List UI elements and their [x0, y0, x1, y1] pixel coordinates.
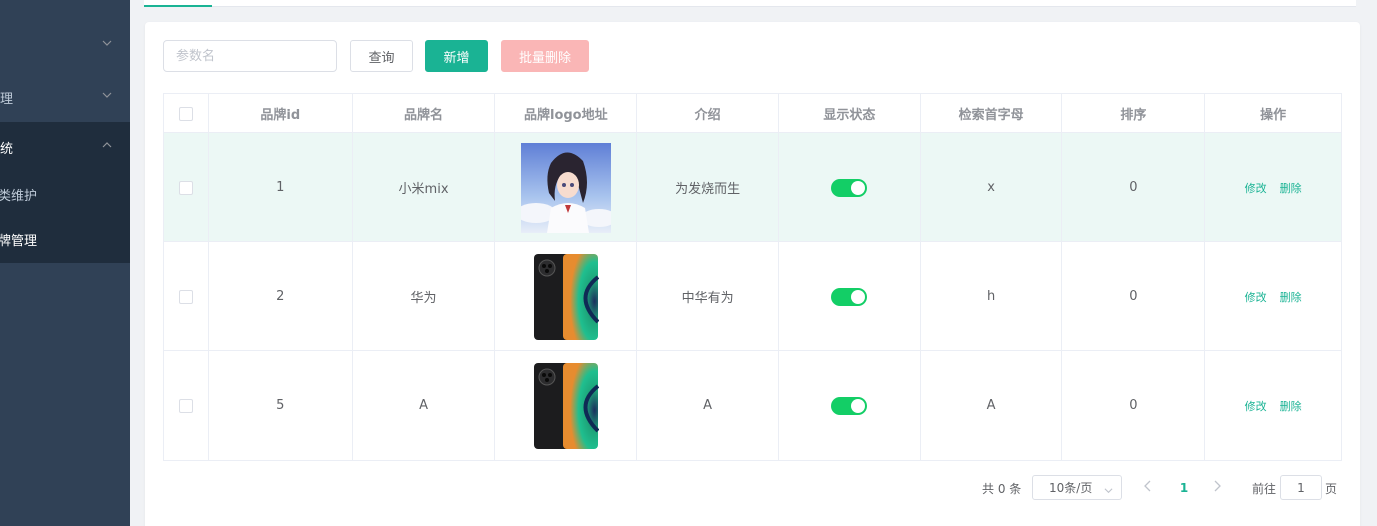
select-all-checkbox[interactable]: [178, 106, 193, 121]
brand-id: 2: [209, 242, 353, 351]
goto-page-input[interactable]: [1280, 475, 1322, 500]
switch-knob: [851, 398, 866, 413]
first-letter: h: [921, 242, 1063, 351]
column-header[interactable]: 品牌名: [353, 94, 496, 133]
delete-button[interactable]: 删除: [1280, 180, 1302, 196]
tab-strip: [130, 0, 1377, 10]
brand-name: 华为: [353, 242, 496, 351]
sidebar-subitem-category[interactable]: 类维护: [0, 170, 130, 218]
sidebar-subitem-label: 类维护: [0, 188, 38, 204]
goto-label: 前往: [1252, 481, 1277, 496]
column-header[interactable]: 检索首字母: [921, 94, 1063, 133]
phone-image: [533, 362, 599, 449]
row-select-cell: [164, 351, 209, 460]
first-letter: x: [921, 133, 1063, 242]
page-size-value: 10条/页: [1049, 481, 1093, 495]
page-number[interactable]: 1: [1176, 475, 1192, 500]
brand-name: 小米mix: [353, 133, 496, 242]
query-button[interactable]: 查询: [350, 40, 413, 72]
brand-logo-cell: [495, 242, 638, 351]
tab-active-indicator[interactable]: [144, 5, 212, 7]
brand-logo-cell: [495, 351, 638, 460]
column-header[interactable]: 品牌logo地址: [495, 94, 638, 133]
delete-button[interactable]: 删除: [1280, 398, 1302, 414]
add-button[interactable]: 新增: [425, 40, 488, 72]
chevron-down-icon: [102, 90, 112, 100]
sidebar-item-label: 理: [0, 91, 14, 107]
tab-bar: [144, 0, 1356, 7]
show-status-switch[interactable]: [831, 396, 868, 415]
column-header[interactable]: 显示状态: [779, 94, 921, 133]
actions-cell: 修改 删除: [1205, 133, 1341, 242]
brand-intro: 为发烧而生: [637, 133, 779, 242]
sidebar-subitem-brand[interactable]: 牌管理: [0, 215, 130, 263]
brand-name: A: [353, 351, 496, 460]
brand-table: 品牌id 品牌名 品牌logo地址 介绍 显示状态 检索首字母 排序 操作 1 …: [163, 93, 1342, 461]
brand-id: 1: [209, 133, 353, 242]
sidebar: 理 统 类维护 牌管理: [0, 0, 130, 526]
sidebar-item-1[interactable]: [0, 20, 130, 70]
batch-delete-button[interactable]: 批量删除: [501, 40, 589, 72]
search-input[interactable]: [163, 40, 337, 72]
column-header: 操作: [1260, 108, 1287, 123]
show-status-cell: [779, 351, 921, 460]
phone-image: [533, 253, 599, 340]
sidebar-subitem-label: 牌管理: [0, 233, 38, 249]
column-header[interactable]: 介绍: [637, 94, 779, 133]
actions-cell: 修改 删除: [1205, 351, 1341, 460]
brand-logo-cell: [495, 133, 638, 242]
brand-intro: A: [637, 351, 779, 460]
select-all-cell: [164, 94, 209, 133]
edit-button[interactable]: 修改: [1245, 180, 1267, 196]
first-letter: A: [921, 351, 1063, 460]
chevron-down-icon: [1104, 484, 1113, 498]
brand-id: 5: [209, 351, 353, 460]
switch-knob: [851, 289, 866, 304]
table-row[interactable]: 1 小米mix 为发烧而生 x 0 修改 删除: [164, 133, 1341, 242]
anime-girl-image: [520, 142, 611, 233]
table-header: 品牌id 品牌名 品牌logo地址 介绍 显示状态 检索首字母 排序 操作: [164, 94, 1341, 133]
goto-suffix: 页: [1325, 481, 1338, 496]
delete-button[interactable]: 删除: [1280, 289, 1302, 305]
show-status-switch[interactable]: [831, 178, 868, 197]
chevron-up-icon: [102, 140, 112, 150]
sort-value: 0: [1062, 133, 1206, 242]
brand-intro: 中华有为: [637, 242, 779, 351]
prev-page-button[interactable]: [1143, 480, 1153, 496]
sort-value: 0: [1062, 242, 1206, 351]
table-row[interactable]: 2 华为 中华有为 h 0 修改 删除: [164, 242, 1341, 351]
show-status-cell: [779, 133, 921, 242]
column-header[interactable]: 排序: [1062, 94, 1206, 133]
next-page-button[interactable]: [1212, 480, 1222, 496]
pagination-total: 共 0 条: [982, 481, 1022, 496]
edit-button[interactable]: 修改: [1245, 398, 1267, 414]
edit-button[interactable]: 修改: [1245, 289, 1267, 305]
sidebar-item-3[interactable]: 统: [0, 122, 130, 172]
switch-knob: [851, 180, 866, 195]
show-status-cell: [779, 242, 921, 351]
page-size-select[interactable]: 10条/页: [1032, 475, 1122, 500]
actions-cell: 修改 删除: [1205, 242, 1341, 351]
sort-value: 0: [1062, 351, 1206, 460]
row-checkbox[interactable]: [178, 289, 193, 304]
chevron-down-icon: [102, 38, 112, 48]
table-row[interactable]: 5 A A A 0 修改 删除: [164, 351, 1341, 460]
chevron-right-icon: [1214, 480, 1221, 492]
row-checkbox[interactable]: [178, 180, 193, 195]
row-checkbox[interactable]: [178, 398, 193, 413]
sidebar-item-label: 统: [0, 141, 14, 157]
row-select-cell: [164, 133, 209, 242]
column-header[interactable]: 品牌id: [209, 94, 353, 133]
show-status-switch[interactable]: [831, 287, 868, 306]
row-select-cell: [164, 242, 209, 351]
chevron-left-icon: [1144, 480, 1151, 492]
sidebar-item-2[interactable]: 理: [0, 72, 130, 122]
